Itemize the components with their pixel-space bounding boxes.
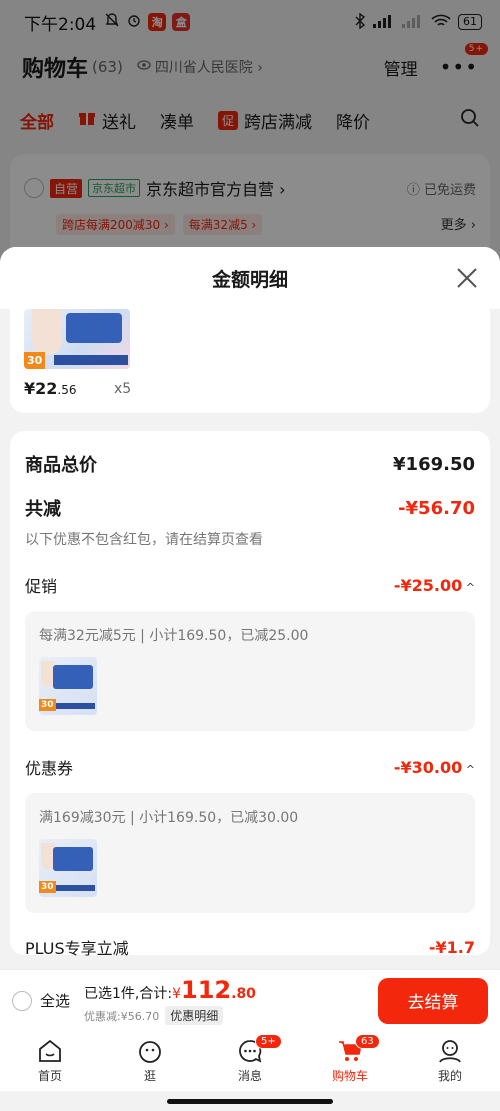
total-value: ¥169.50 (393, 453, 475, 475)
promo-desc: 每满32元减5元 | 小计169.50，已减25.00 (39, 628, 309, 644)
promo-label: 促销 (25, 577, 58, 596)
product-thumbnail[interactable]: 30 (39, 657, 97, 715)
product-image[interactable]: 30 (24, 309, 130, 369)
discount-note: 以下优惠不包含红包，请在结算页查看 (25, 532, 263, 548)
product-qty: x5 (114, 381, 132, 397)
product-thumbnail[interactable]: 30 (39, 839, 97, 897)
select-all-label: 全选 (40, 992, 71, 1010)
checkout-button[interactable]: 去结算 (378, 977, 488, 1024)
nav-browse[interactable]: 逛 (115, 1038, 185, 1084)
cart-badge: 63 (355, 1034, 380, 1049)
price-summary: 商品总价 ¥169.50 共减 -¥56.70 以下优惠不包含红包，请在结算页查… (10, 431, 490, 958)
nav-cart[interactable]: 购物车 63 (315, 1034, 385, 1084)
product-card: 30 ¥22.56 x5 (10, 309, 490, 413)
coupon-desc: 满169减30元 | 小计169.50，已减30.00 (39, 810, 299, 826)
discount-amount: 优惠减:¥56.70 (84, 1009, 160, 1023)
reduce-value: -¥56.70 (398, 497, 475, 519)
sheet-title: 金额明细 (211, 268, 288, 291)
nav-messages[interactable]: 消息 5+ (215, 1034, 285, 1084)
product-price: ¥22.56 (24, 379, 77, 398)
home-icon (39, 1039, 61, 1062)
plus-value: -¥1.7 (428, 937, 475, 957)
plus-row: PLUS专享立减 -¥1.7 (25, 935, 475, 959)
coupon-value: -¥30.00 (394, 758, 475, 777)
coupon-section-toggle[interactable]: 优惠券 -¥30.00 (25, 755, 475, 779)
checkout-total: 112 (181, 976, 232, 1004)
messages-badge: 5+ (255, 1034, 282, 1049)
total-label: 商品总价 (25, 455, 97, 476)
promo-section-toggle[interactable]: 促销 -¥25.00 (25, 573, 475, 597)
quantity-badge: 30 (24, 352, 46, 369)
checkout-bar: 全选 已选1件,合计: ¥ 112 .80 优惠减:¥56.70 优惠明细 去结… (0, 969, 500, 1031)
close-icon[interactable] (454, 265, 480, 291)
bottom-nav: 首页 逛 消息 5+ 购物车 63 我的 (0, 1031, 500, 1091)
selected-count: 已选1件,合计: (84, 986, 173, 1002)
select-all-radio[interactable] (12, 990, 32, 1011)
nav-profile[interactable]: 我的 (415, 1038, 485, 1084)
coupon-detail-box: 满169减30元 | 小计169.50，已减30.00 30 (25, 793, 475, 913)
plus-label: PLUS专享立减 (25, 939, 129, 958)
coupon-label: 优惠券 (25, 759, 74, 778)
total-row: 商品总价 ¥169.50 (25, 451, 475, 477)
nav-home[interactable]: 首页 (15, 1038, 85, 1084)
select-all[interactable]: 全选 (12, 990, 70, 1011)
home-indicator (167, 1099, 333, 1104)
promo-value: -¥25.00 (394, 576, 475, 595)
reduce-label: 共减 (25, 499, 61, 520)
reduce-row: 共减 -¥56.70 (25, 495, 475, 521)
profile-icon (439, 1040, 461, 1063)
promo-detail-box: 每满32元减5元 | 小计169.50，已减25.00 30 (25, 611, 475, 731)
discount-detail-button[interactable]: 优惠明细 (165, 1006, 224, 1025)
sheet-header: 金额明细 (0, 247, 500, 309)
browse-icon (139, 1041, 161, 1063)
checkout-info: 已选1件,合计: ¥ 112 .80 优惠减:¥56.70 优惠明细 (84, 976, 256, 1025)
